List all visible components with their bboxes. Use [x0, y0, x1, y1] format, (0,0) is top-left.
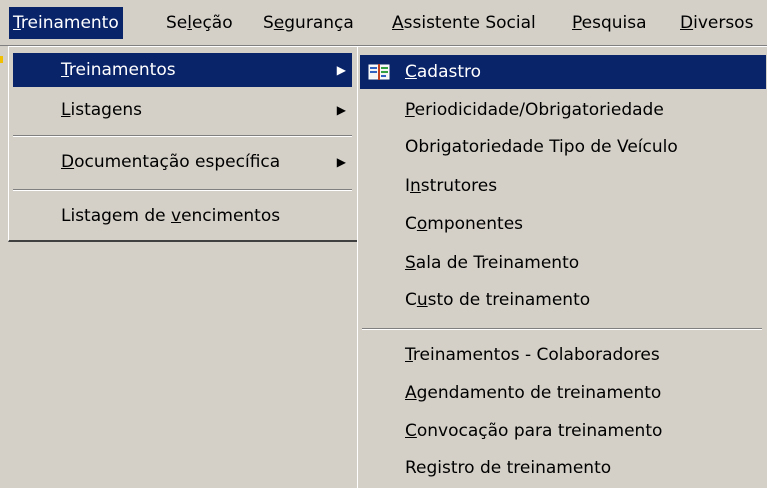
dropdown-item-documentacao-especifica[interactable]: Documentação específica ▶ — [13, 145, 352, 179]
menu-diversos[interactable]: Diversos — [676, 7, 757, 39]
submenu-item-sala-de-treinamento[interactable]: Sala de Treinamento — [360, 246, 766, 280]
dropdown-item-treinamentos[interactable]: Treinamentos ▶ — [13, 53, 352, 87]
accelerator-key: v — [171, 206, 182, 226]
app-background-strip — [0, 46, 8, 246]
submenu-arrow-icon: ▶ — [336, 103, 346, 117]
submenu-item-registro-de-treinamento[interactable]: Registro de treinamento — [360, 451, 766, 485]
menu-selecao[interactable]: Seleção — [162, 7, 237, 39]
accelerator-key: P — [572, 13, 582, 33]
treinamentos-submenu: Cadastro Periodicidade/Obrigatoriedade O… — [357, 46, 767, 488]
submenu-item-cadastro[interactable]: Cadastro — [360, 55, 766, 89]
accelerator-key: n — [410, 176, 421, 196]
menu-treinamento[interactable]: Treinamento — [9, 7, 123, 39]
submenu-arrow-icon: ▶ — [336, 155, 346, 169]
accelerator-key: D — [61, 152, 75, 172]
accelerator-key: T — [61, 60, 69, 80]
menu-assistente-social[interactable]: Assistente Social — [388, 7, 540, 39]
submenu-item-instrutores[interactable]: Instrutores — [360, 169, 766, 203]
menu-bar: Treinamento Seleção Segurança Assistente… — [0, 0, 767, 46]
dropdown-item-listagens[interactable]: Listagens ▶ — [13, 93, 352, 127]
book-icon — [368, 64, 390, 80]
submenu-item-convocacao-para-treinamento[interactable]: Convocação para treinamento — [360, 414, 766, 448]
dropdown-separator — [13, 189, 352, 191]
treinamento-dropdown: Treinamentos ▶ Listagens ▶ Documentação … — [8, 46, 359, 242]
accelerator-key: o — [416, 214, 428, 234]
accelerator-key: e — [273, 13, 285, 33]
menu-pesquisa[interactable]: Pesquisa — [568, 7, 651, 39]
menu-seguranca[interactable]: Segurança — [259, 7, 358, 39]
submenu-item-treinamentos-colaboradores[interactable]: Treinamentos - Colaboradores — [360, 338, 766, 372]
accelerator-key: T — [13, 13, 21, 33]
accelerator-key: A — [405, 383, 417, 403]
dropdown-separator — [13, 135, 352, 137]
submenu-item-obrigatoriedade-tipo-veiculo[interactable]: Obrigatoriedade Tipo de Veículo — [360, 130, 766, 164]
submenu-item-componentes[interactable]: Componentes — [360, 207, 766, 241]
window-edge-marker — [0, 56, 3, 63]
dropdown-item-listagem-de-vencimentos[interactable]: Listagem de vencimentos — [13, 199, 352, 233]
accelerator-key: C — [405, 421, 417, 441]
accelerator-key: T — [405, 345, 413, 365]
submenu-separator — [362, 328, 762, 330]
submenu-arrow-icon: ▶ — [336, 63, 346, 77]
accelerator-key: C — [405, 62, 417, 82]
accelerator-key: S — [405, 253, 416, 273]
submenu-item-agendamento-de-treinamento[interactable]: Agendamento de treinamento — [360, 376, 766, 410]
submenu-item-periodicidade-obrigatoriedade[interactable]: Periodicidade/Obrigatoriedade — [360, 93, 766, 127]
accelerator-key: P — [405, 100, 415, 120]
accelerator-key: u — [416, 290, 428, 310]
accelerator-key: A — [392, 13, 404, 33]
accelerator-key: D — [680, 13, 694, 33]
submenu-item-custo-de-treinamento[interactable]: Custo de treinamento — [360, 283, 766, 317]
